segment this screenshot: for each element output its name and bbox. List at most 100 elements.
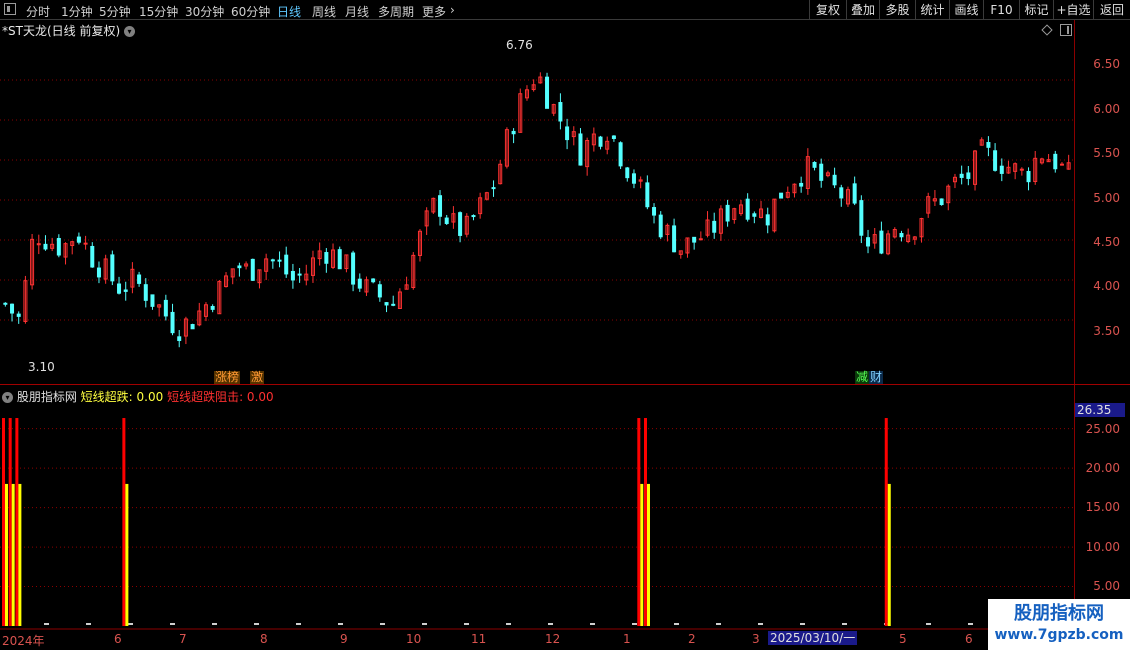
candle-body xyxy=(3,302,8,305)
indicator-tick: 25.00 xyxy=(1085,422,1120,436)
indicator-spike-red xyxy=(122,418,126,626)
candle-body xyxy=(143,284,148,301)
indicator-base-dot xyxy=(254,623,259,625)
candle-body xyxy=(631,173,636,184)
candle-body xyxy=(137,274,142,284)
candle-body xyxy=(117,283,122,294)
candle-body xyxy=(270,259,275,262)
watermark: 股朋指标网 www.7gpzb.com xyxy=(988,599,1130,650)
indicator-base-dot xyxy=(86,623,91,625)
date-label: 1 xyxy=(623,632,631,646)
candle-body xyxy=(692,236,697,243)
indicator-base-dot xyxy=(968,623,973,625)
candle-body xyxy=(324,252,329,264)
candle-body xyxy=(351,252,356,285)
candle-body xyxy=(598,136,603,147)
candle-body xyxy=(765,214,770,226)
candle-body xyxy=(337,249,342,270)
indicator-name[interactable]: 股朋指标网 xyxy=(17,390,77,404)
tag-zhangbang[interactable]: 涨榜 xyxy=(214,371,241,384)
candle-body xyxy=(43,243,48,250)
candle-body xyxy=(290,270,295,281)
date-label: 5 xyxy=(899,632,907,646)
tag-jian[interactable]: 减 xyxy=(855,371,870,384)
kline-chart[interactable] xyxy=(0,0,1130,650)
indicator-base-dot xyxy=(44,623,49,625)
watermark-url: www.7gpzb.com xyxy=(994,627,1124,643)
candle-body xyxy=(866,237,871,247)
chevron-down-icon[interactable]: ▾ xyxy=(2,392,13,403)
candle-body xyxy=(83,242,88,245)
candle-body xyxy=(123,289,128,292)
candle-body xyxy=(578,133,583,166)
indicator-base-dot xyxy=(506,623,511,625)
date-label: 6 xyxy=(114,632,122,646)
candle-body xyxy=(284,254,289,275)
indicator-base-dot xyxy=(674,623,679,625)
candle-body xyxy=(558,102,563,122)
indicator-base-dot xyxy=(338,623,343,625)
candle-body xyxy=(250,258,255,281)
date-label: 2024年 xyxy=(2,634,45,648)
indicator-base-dot xyxy=(716,623,721,625)
date-label: 3 xyxy=(752,632,760,646)
indicator-base-dot xyxy=(926,623,931,625)
candle-body xyxy=(652,207,657,216)
candle-body xyxy=(879,230,884,254)
candle-body xyxy=(96,267,101,278)
date-label: 7 xyxy=(179,632,187,646)
date-label: 9 xyxy=(340,632,348,646)
indicator-spike-yellow xyxy=(647,483,650,626)
candle-body xyxy=(779,192,784,199)
candle-body xyxy=(1026,170,1031,183)
candle-body xyxy=(852,183,857,204)
tag-ji[interactable]: 激 xyxy=(250,371,265,384)
candle-body xyxy=(752,213,757,217)
indicator-base-dot xyxy=(590,623,595,625)
candle-body xyxy=(959,173,964,178)
price-tick: 4.50 xyxy=(1093,235,1120,249)
indicator-base-dot xyxy=(422,623,427,625)
candle-body xyxy=(438,195,443,217)
indicator-spike-yellow xyxy=(5,483,8,626)
indicator-base-dot xyxy=(170,623,175,625)
candle-body xyxy=(511,130,516,135)
price-tick: 6.50 xyxy=(1093,57,1120,71)
candle-body xyxy=(391,303,396,306)
candle-body xyxy=(357,278,362,289)
date-label: 2 xyxy=(688,632,696,646)
date-label: 8 xyxy=(260,632,268,646)
indicator-base-dot xyxy=(758,623,763,625)
candle-body xyxy=(384,302,389,306)
indicator-spike-red xyxy=(884,418,888,626)
watermark-title: 股朋指标网 xyxy=(1014,603,1104,624)
indicator-base-dot xyxy=(296,623,301,625)
candle-body xyxy=(170,311,175,334)
candle-body xyxy=(672,225,677,253)
price-tick: 5.00 xyxy=(1093,191,1120,205)
indicator-spike-red xyxy=(15,418,19,626)
candle-body xyxy=(839,187,844,199)
indicator-base-dot xyxy=(548,623,553,625)
candle-body xyxy=(999,165,1004,174)
candle-body xyxy=(658,214,663,238)
tag-cai[interactable]: 财 xyxy=(869,371,884,384)
candle-body xyxy=(10,303,15,314)
candle-body xyxy=(377,284,382,298)
indicator-tick: 5.00 xyxy=(1093,579,1120,593)
candle-body xyxy=(90,245,95,268)
candle-body xyxy=(819,163,824,181)
indicator-base-dot xyxy=(212,623,217,625)
indicator-base-dot xyxy=(464,623,469,625)
indicator-base-dot xyxy=(800,623,805,625)
candle-body xyxy=(986,142,991,148)
indicator-base-dot xyxy=(128,623,133,625)
candle-body xyxy=(297,273,302,276)
candle-body xyxy=(832,174,837,186)
indicator-spike-red xyxy=(2,418,5,626)
indicator-series-1: 短线超跌: 0.00 xyxy=(80,390,164,404)
candle-body xyxy=(458,212,463,236)
price-tick: 3.50 xyxy=(1093,324,1120,338)
candle-body xyxy=(444,217,449,224)
candle-body xyxy=(859,200,864,236)
